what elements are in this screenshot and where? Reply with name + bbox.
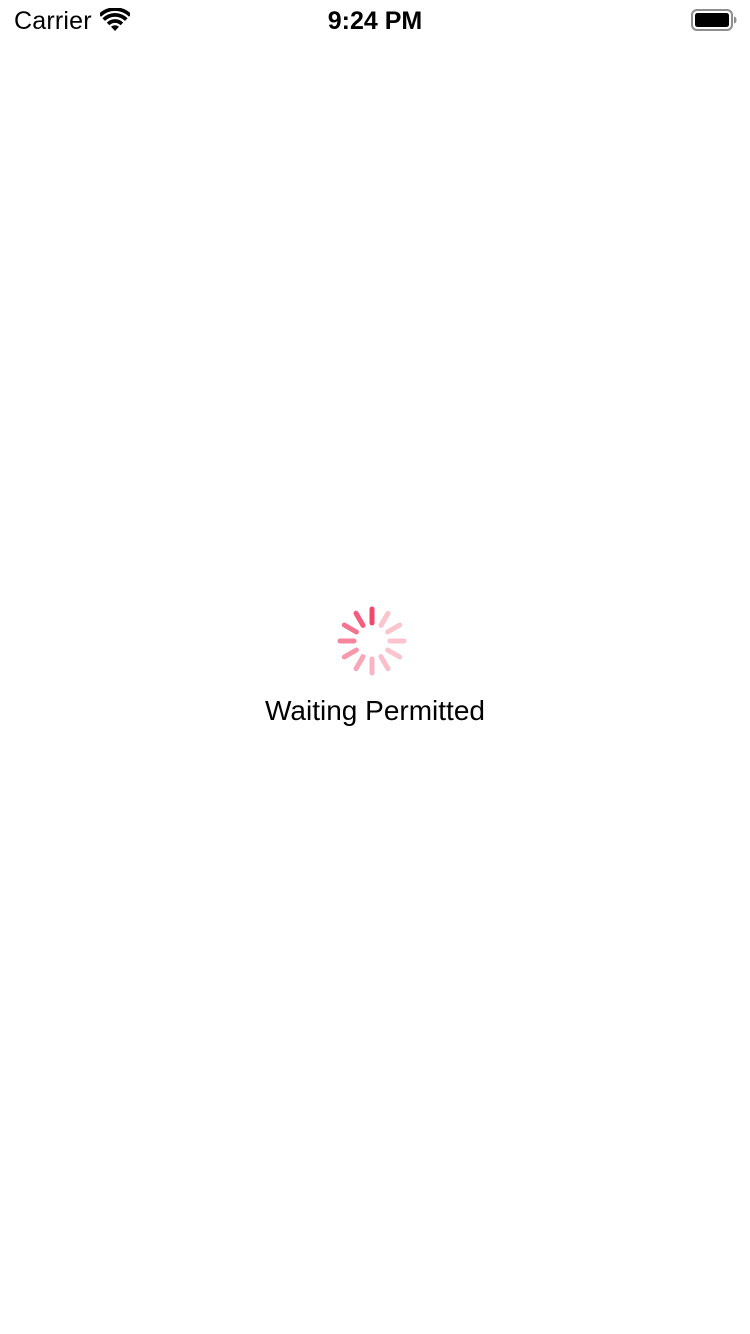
spinner-spoke <box>341 622 359 635</box>
spinner-spoke <box>353 610 366 628</box>
spinner-spoke <box>385 647 403 660</box>
status-bar: Carrier 9:24 PM <box>0 0 750 40</box>
loading-message: Waiting Permitted <box>265 695 485 726</box>
activity-spinner-icon <box>337 606 407 676</box>
spinner-spoke <box>378 610 391 628</box>
status-time: 9:24 PM <box>327 7 423 35</box>
screen: Carrier 9:24 PM Waiting Permitted <box>0 0 750 1334</box>
spinner-spoke <box>378 654 391 672</box>
spinner-spoke <box>385 622 403 635</box>
spinner-spoke <box>341 647 359 660</box>
battery-full-icon <box>691 9 737 31</box>
spinner-spoke <box>353 654 366 672</box>
